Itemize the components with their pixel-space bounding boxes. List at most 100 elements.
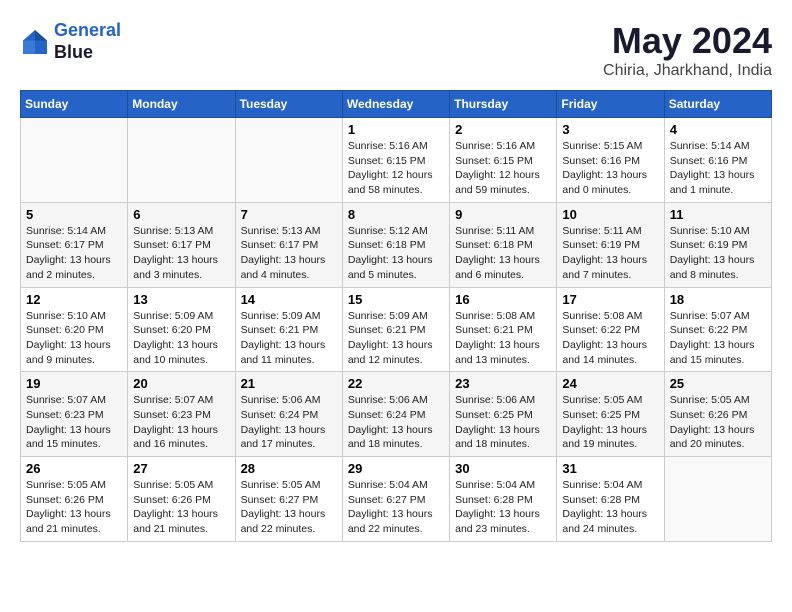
calendar-cell: 23 Sunrise: 5:06 AM Sunset: 6:25 PM Dayli… bbox=[450, 372, 557, 457]
weekday-header-cell: Wednesday bbox=[342, 91, 449, 118]
day-number: 1 bbox=[348, 122, 444, 137]
calendar-cell: 3Sunrise: 5:15 AM Sunset: 6:16 PM Daylig… bbox=[557, 118, 664, 203]
calendar-cell: 15 Sunrise: 5:09 AM Sunset: 6:21 PM Dayli… bbox=[342, 287, 449, 372]
day-info: Sunrise: 5:13 AM Sunset: 6:17 PM Dayligh… bbox=[241, 224, 337, 283]
day-number: 6 bbox=[133, 207, 229, 222]
day-number: 22 bbox=[348, 376, 444, 391]
weekday-header-cell: Saturday bbox=[664, 91, 771, 118]
calendar-table: SundayMondayTuesdayWednesdayThursdayFrid… bbox=[20, 90, 772, 542]
logo: GeneralBlue bbox=[20, 20, 121, 63]
day-info: Sunrise: 5:16 AM Sunset: 6:15 PM Dayligh… bbox=[348, 139, 444, 198]
day-info: Sunrise: 5:11 AM Sunset: 6:18 PM Dayligh… bbox=[455, 224, 551, 283]
weekday-header-cell: Thursday bbox=[450, 91, 557, 118]
calendar-cell: 21 Sunrise: 5:06 AM Sunset: 6:24 PM Dayli… bbox=[235, 372, 342, 457]
calendar-cell bbox=[128, 118, 235, 203]
weekday-header-cell: Tuesday bbox=[235, 91, 342, 118]
calendar-cell: 7 Sunrise: 5:13 AM Sunset: 6:17 PM Daylig… bbox=[235, 202, 342, 287]
day-number: 16 bbox=[455, 292, 551, 307]
calendar-cell: 20 Sunrise: 5:07 AM Sunset: 6:23 PM Dayli… bbox=[128, 372, 235, 457]
calendar-week-row: 12Sunrise: 5:10 AM Sunset: 6:20 PM Dayli… bbox=[21, 287, 772, 372]
calendar-cell: 1 Sunrise: 5:16 AM Sunset: 6:15 PM Daylig… bbox=[342, 118, 449, 203]
day-info: Sunrise: 5:09 AM Sunset: 6:20 PM Dayligh… bbox=[133, 309, 229, 368]
day-info: Sunrise: 5:05 AM Sunset: 6:26 PM Dayligh… bbox=[670, 393, 766, 452]
weekday-header-cell: Monday bbox=[128, 91, 235, 118]
day-info: Sunrise: 5:04 AM Sunset: 6:28 PM Dayligh… bbox=[562, 478, 658, 537]
calendar-cell: 31 Sunrise: 5:04 AM Sunset: 6:28 PM Dayli… bbox=[557, 457, 664, 542]
calendar-cell: 9 Sunrise: 5:11 AM Sunset: 6:18 PM Daylig… bbox=[450, 202, 557, 287]
subtitle: Chiria, Jharkhand, India bbox=[603, 62, 772, 80]
calendar-cell: 10Sunrise: 5:11 AM Sunset: 6:19 PM Dayli… bbox=[557, 202, 664, 287]
calendar-cell: 2 Sunrise: 5:16 AM Sunset: 6:15 PM Daylig… bbox=[450, 118, 557, 203]
logo-icon bbox=[20, 27, 50, 57]
day-number: 28 bbox=[241, 461, 337, 476]
day-number: 8 bbox=[348, 207, 444, 222]
calendar-cell: 5 Sunrise: 5:14 AM Sunset: 6:17 PM Daylig… bbox=[21, 202, 128, 287]
day-info: Sunrise: 5:14 AM Sunset: 6:16 PM Dayligh… bbox=[670, 139, 766, 198]
weekday-header-cell: Sunday bbox=[21, 91, 128, 118]
calendar-cell: 29 Sunrise: 5:04 AM Sunset: 6:27 PM Dayli… bbox=[342, 457, 449, 542]
day-number: 13 bbox=[133, 292, 229, 307]
day-number: 29 bbox=[348, 461, 444, 476]
day-info: Sunrise: 5:07 AM Sunset: 6:23 PM Dayligh… bbox=[26, 393, 122, 452]
day-number: 23 bbox=[455, 376, 551, 391]
day-info: Sunrise: 5:12 AM Sunset: 6:18 PM Dayligh… bbox=[348, 224, 444, 283]
day-number: 18 bbox=[670, 292, 766, 307]
day-number: 7 bbox=[241, 207, 337, 222]
day-info: Sunrise: 5:04 AM Sunset: 6:27 PM Dayligh… bbox=[348, 478, 444, 537]
day-number: 9 bbox=[455, 207, 551, 222]
day-number: 2 bbox=[455, 122, 551, 137]
day-number: 5 bbox=[26, 207, 122, 222]
day-info: Sunrise: 5:09 AM Sunset: 6:21 PM Dayligh… bbox=[348, 309, 444, 368]
day-number: 19 bbox=[26, 376, 122, 391]
calendar-cell bbox=[664, 457, 771, 542]
calendar-cell: 14 Sunrise: 5:09 AM Sunset: 6:21 PM Dayli… bbox=[235, 287, 342, 372]
day-number: 21 bbox=[241, 376, 337, 391]
calendar-cell: 6 Sunrise: 5:13 AM Sunset: 6:17 PM Daylig… bbox=[128, 202, 235, 287]
main-title: May 2024 bbox=[603, 20, 772, 62]
weekday-header-row: SundayMondayTuesdayWednesdayThursdayFrid… bbox=[21, 91, 772, 118]
calendar-body: 1 Sunrise: 5:16 AM Sunset: 6:15 PM Daylig… bbox=[21, 118, 772, 542]
calendar-cell: 30Sunrise: 5:04 AM Sunset: 6:28 PM Dayli… bbox=[450, 457, 557, 542]
calendar-cell: 25 Sunrise: 5:05 AM Sunset: 6:26 PM Dayli… bbox=[664, 372, 771, 457]
calendar-cell: 16 Sunrise: 5:08 AM Sunset: 6:21 PM Dayli… bbox=[450, 287, 557, 372]
day-info: Sunrise: 5:15 AM Sunset: 6:16 PM Dayligh… bbox=[562, 139, 658, 198]
day-info: Sunrise: 5:14 AM Sunset: 6:17 PM Dayligh… bbox=[26, 224, 122, 283]
day-number: 31 bbox=[562, 461, 658, 476]
day-number: 11 bbox=[670, 207, 766, 222]
day-info: Sunrise: 5:06 AM Sunset: 6:24 PM Dayligh… bbox=[348, 393, 444, 452]
day-info: Sunrise: 5:08 AM Sunset: 6:21 PM Dayligh… bbox=[455, 309, 551, 368]
day-info: Sunrise: 5:13 AM Sunset: 6:17 PM Dayligh… bbox=[133, 224, 229, 283]
calendar-cell: 4 Sunrise: 5:14 AM Sunset: 6:16 PM Daylig… bbox=[664, 118, 771, 203]
day-number: 17 bbox=[562, 292, 658, 307]
day-number: 25 bbox=[670, 376, 766, 391]
day-number: 4 bbox=[670, 122, 766, 137]
day-info: Sunrise: 5:16 AM Sunset: 6:15 PM Dayligh… bbox=[455, 139, 551, 198]
day-number: 15 bbox=[348, 292, 444, 307]
calendar-week-row: 5 Sunrise: 5:14 AM Sunset: 6:17 PM Daylig… bbox=[21, 202, 772, 287]
calendar-week-row: 26Sunrise: 5:05 AM Sunset: 6:26 PM Dayli… bbox=[21, 457, 772, 542]
day-number: 20 bbox=[133, 376, 229, 391]
day-info: Sunrise: 5:07 AM Sunset: 6:23 PM Dayligh… bbox=[133, 393, 229, 452]
calendar-cell: 12Sunrise: 5:10 AM Sunset: 6:20 PM Dayli… bbox=[21, 287, 128, 372]
day-info: Sunrise: 5:06 AM Sunset: 6:24 PM Dayligh… bbox=[241, 393, 337, 452]
calendar-week-row: 1 Sunrise: 5:16 AM Sunset: 6:15 PM Daylig… bbox=[21, 118, 772, 203]
day-info: Sunrise: 5:05 AM Sunset: 6:25 PM Dayligh… bbox=[562, 393, 658, 452]
calendar-cell: 27Sunrise: 5:05 AM Sunset: 6:26 PM Dayli… bbox=[128, 457, 235, 542]
calendar-cell: 17 Sunrise: 5:08 AM Sunset: 6:22 PM Dayli… bbox=[557, 287, 664, 372]
day-info: Sunrise: 5:09 AM Sunset: 6:21 PM Dayligh… bbox=[241, 309, 337, 368]
day-number: 14 bbox=[241, 292, 337, 307]
calendar-cell: 22 Sunrise: 5:06 AM Sunset: 6:24 PM Dayli… bbox=[342, 372, 449, 457]
calendar-cell: 19 Sunrise: 5:07 AM Sunset: 6:23 PM Dayli… bbox=[21, 372, 128, 457]
weekday-header-cell: Friday bbox=[557, 91, 664, 118]
day-info: Sunrise: 5:08 AM Sunset: 6:22 PM Dayligh… bbox=[562, 309, 658, 368]
day-number: 26 bbox=[26, 461, 122, 476]
day-info: Sunrise: 5:07 AM Sunset: 6:22 PM Dayligh… bbox=[670, 309, 766, 368]
calendar-cell: 8 Sunrise: 5:12 AM Sunset: 6:18 PM Daylig… bbox=[342, 202, 449, 287]
page-header: GeneralBlue May 2024 Chiria, Jharkhand, … bbox=[20, 20, 772, 80]
day-info: Sunrise: 5:04 AM Sunset: 6:28 PM Dayligh… bbox=[455, 478, 551, 537]
calendar-cell: 28Sunrise: 5:05 AM Sunset: 6:27 PM Dayli… bbox=[235, 457, 342, 542]
day-number: 12 bbox=[26, 292, 122, 307]
title-block: May 2024 Chiria, Jharkhand, India bbox=[603, 20, 772, 80]
day-info: Sunrise: 5:06 AM Sunset: 6:25 PM Dayligh… bbox=[455, 393, 551, 452]
calendar-cell: 18 Sunrise: 5:07 AM Sunset: 6:22 PM Dayli… bbox=[664, 287, 771, 372]
